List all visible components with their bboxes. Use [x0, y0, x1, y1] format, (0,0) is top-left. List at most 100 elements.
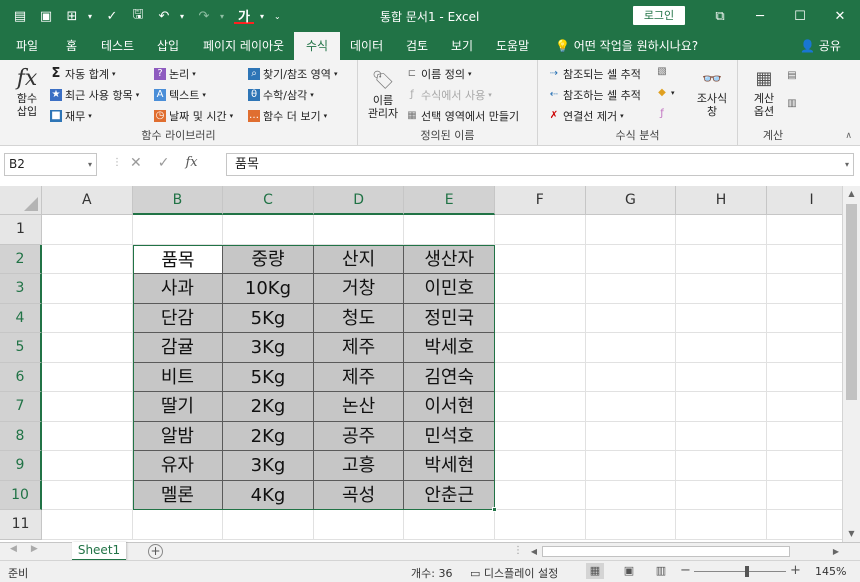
cell-a7[interactable] — [42, 392, 133, 422]
cell-g8[interactable] — [585, 421, 677, 451]
vertical-scrollbar[interactable]: ▲ ▼ — [842, 186, 860, 542]
cell-f4[interactable] — [495, 303, 586, 333]
cell-a5[interactable] — [42, 333, 133, 363]
more-functions-button[interactable]: … 함수 더 보기 ▾ — [248, 108, 327, 124]
zoom-in-icon[interactable]: + — [790, 563, 801, 578]
cell-d11[interactable] — [313, 510, 405, 540]
tab-formulas[interactable]: 수식 — [294, 32, 341, 60]
cell-c6[interactable]: 5Kg — [223, 362, 314, 392]
cell-g7[interactable] — [585, 392, 677, 422]
cell-h5[interactable] — [676, 333, 767, 363]
cell-a2[interactable] — [42, 244, 133, 274]
row-header-5[interactable]: 5 — [0, 333, 42, 363]
zoom-percent[interactable]: 145% — [815, 565, 846, 578]
cell-c3[interactable]: 10Kg — [223, 274, 314, 304]
maximize-icon[interactable]: ☐ — [780, 0, 820, 32]
column-header-e[interactable]: E — [404, 186, 495, 215]
cell-e4[interactable]: 정민국 — [404, 303, 495, 333]
tab-view[interactable]: 보기 — [451, 32, 473, 60]
row-header-10[interactable]: 10 — [0, 480, 42, 510]
cell-h8[interactable] — [676, 421, 767, 451]
login-button[interactable]: 로그인 — [633, 6, 685, 25]
cell-d10[interactable]: 곡성 — [313, 480, 405, 510]
calculate-sheet-button[interactable]: ▥ — [786, 98, 798, 110]
column-header-a[interactable]: A — [42, 186, 133, 215]
cell-d1[interactable] — [313, 215, 405, 245]
cell-h9[interactable] — [676, 451, 767, 481]
vertical-scroll-thumb[interactable] — [846, 204, 857, 400]
cell-d9[interactable]: 고흥 — [313, 451, 405, 481]
scroll-down-icon[interactable]: ▼ — [843, 526, 860, 542]
ribbon-display-icon[interactable]: ⧉ — [700, 0, 740, 32]
cell-b8[interactable]: 알밤 — [132, 421, 224, 451]
row-header-2[interactable]: 2 — [0, 244, 42, 274]
column-header-d[interactable]: D — [313, 186, 405, 215]
trace-dependents-button[interactable]: ⇠ 참조하는 셀 추적 — [548, 87, 641, 103]
cell-d6[interactable]: 제주 — [313, 362, 405, 392]
cell-a6[interactable] — [42, 362, 133, 392]
logical-button[interactable]: ? 논리 ▾ — [154, 66, 196, 82]
cell-e5[interactable]: 박세호 — [404, 333, 495, 363]
cell-g3[interactable] — [585, 274, 677, 304]
cell-f11[interactable] — [495, 510, 586, 540]
cell-e10[interactable]: 안춘근 — [404, 480, 495, 510]
row-header-8[interactable]: 8 — [0, 421, 42, 451]
cell-h2[interactable] — [676, 244, 767, 274]
cell-e1[interactable] — [404, 215, 495, 245]
horizontal-scroll-thumb[interactable] — [542, 546, 790, 557]
cell-g4[interactable] — [585, 303, 677, 333]
share-button[interactable]: 👤 공유 — [800, 32, 841, 60]
cell-c7[interactable]: 2Kg — [223, 392, 314, 422]
row-header-4[interactable]: 4 — [0, 303, 42, 333]
cell-h1[interactable] — [676, 215, 767, 245]
cell-e3[interactable]: 이민호 — [404, 274, 495, 304]
trace-precedents-button[interactable]: ⇢ 참조되는 셀 추적 — [548, 66, 641, 82]
add-sheet-icon[interactable]: + — [148, 544, 163, 559]
page-layout-view-icon[interactable]: ▣ — [620, 563, 638, 579]
cell-f9[interactable] — [495, 451, 586, 481]
close-icon[interactable]: ✕ — [820, 0, 860, 32]
cell-f7[interactable] — [495, 392, 586, 422]
cell-g11[interactable] — [585, 510, 677, 540]
cell-g6[interactable] — [585, 362, 677, 392]
redo-dropdown-icon[interactable]: ▾ — [220, 12, 228, 21]
cell-g10[interactable] — [585, 480, 677, 510]
watch-window-button[interactable]: 👓 조사식 창 — [692, 66, 732, 118]
cell-b3[interactable]: 사과 — [132, 274, 224, 304]
column-header-h[interactable]: H — [676, 186, 767, 215]
cell-f1[interactable] — [495, 215, 586, 245]
minimize-icon[interactable]: ─ — [740, 0, 780, 32]
cell-c11[interactable] — [223, 510, 314, 540]
cell-e11[interactable] — [404, 510, 495, 540]
column-header-b[interactable]: B — [132, 186, 224, 215]
tab-insert[interactable]: 삽입 — [157, 32, 179, 60]
font-color-icon[interactable]: 가 — [234, 8, 254, 25]
cell-a4[interactable] — [42, 303, 133, 333]
zoom-out-icon[interactable]: − — [680, 563, 691, 578]
cell-a10[interactable] — [42, 480, 133, 510]
column-header-c[interactable]: C — [223, 186, 314, 215]
cell-h6[interactable] — [676, 362, 767, 392]
formula-input[interactable]: 품목 ▾ — [226, 153, 854, 176]
error-checking-button[interactable]: ◆ ▾ — [656, 87, 674, 99]
column-header-f[interactable]: F — [495, 186, 586, 215]
cell-g2[interactable] — [585, 244, 677, 274]
cell-c9[interactable]: 3Kg — [223, 451, 314, 481]
row-header-7[interactable]: 7 — [0, 392, 42, 422]
cell-d7[interactable]: 논산 — [313, 392, 405, 422]
row-header-9[interactable]: 9 — [0, 451, 42, 481]
tell-me-search[interactable]: 💡 어떤 작업을 원하시나요? — [555, 32, 698, 60]
formula-bar-grip[interactable]: ⋮ — [112, 157, 122, 168]
cell-b9[interactable]: 유자 — [132, 451, 224, 481]
cell-h3[interactable] — [676, 274, 767, 304]
cell-e6[interactable]: 김연숙 — [404, 362, 495, 392]
borders-icon[interactable]: ⊞ — [62, 7, 82, 25]
display-settings-button[interactable]: ▭ 디스플레이 설정 — [470, 565, 558, 581]
worksheet-grid[interactable]: A B C D E F G H I 1 2 품목 중량 산지 생산자 3 사과 10Kg 거창 이민호 4 단감 5Kg 청도… — [0, 186, 858, 542]
cell-g1[interactable] — [585, 215, 677, 245]
cell-c5[interactable]: 3Kg — [223, 333, 314, 363]
insert-function-button[interactable]: fx 함수 삽입 — [10, 66, 44, 118]
cell-c10[interactable]: 4Kg — [223, 480, 314, 510]
tab-data[interactable]: 데이터 — [350, 32, 383, 60]
cell-b2[interactable]: 품목 — [132, 244, 224, 274]
